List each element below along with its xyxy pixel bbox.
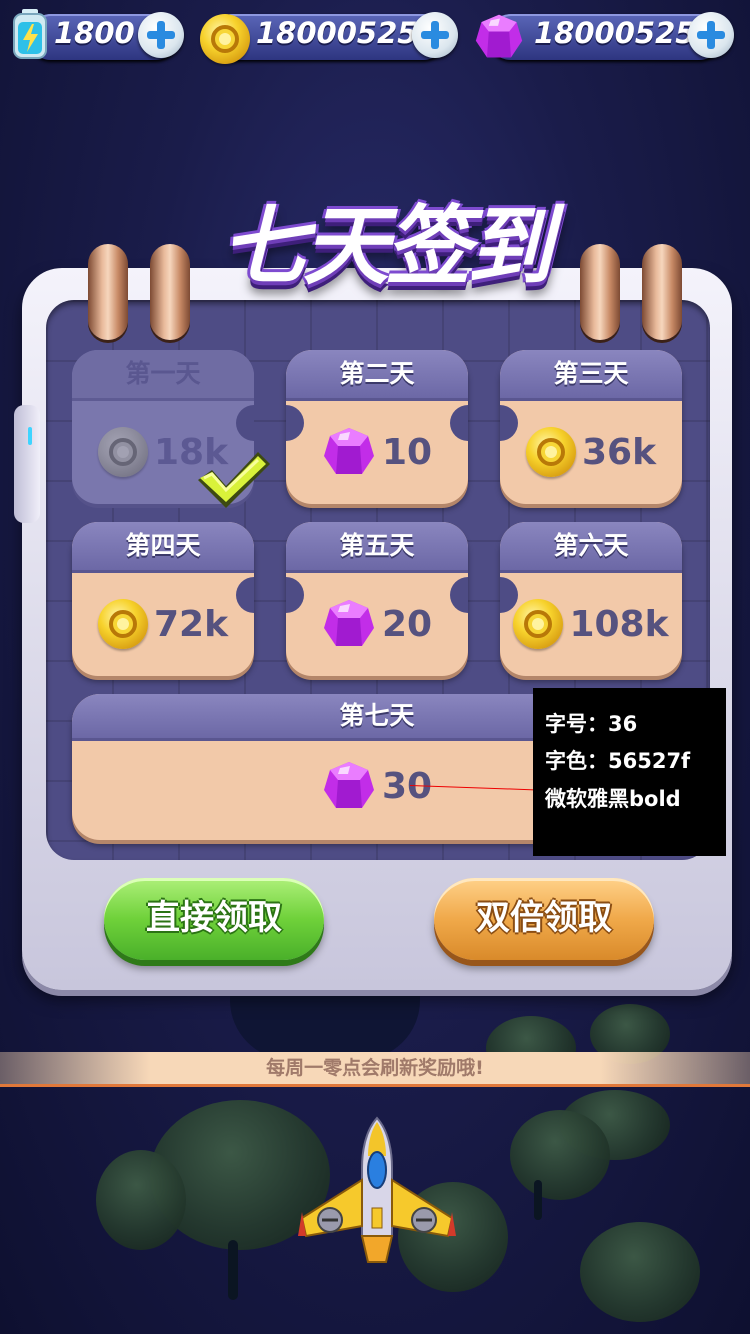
background-rock — [230, 990, 420, 1060]
gem-icon — [323, 600, 374, 646]
day-label: 第四天 — [125, 531, 201, 560]
gem-icon — [475, 14, 523, 58]
add-coins-button[interactable] — [412, 12, 458, 58]
day-reward: 36k — [500, 420, 682, 484]
refresh-notice: 每周一零点会刷新奖励哦! — [0, 1052, 750, 1087]
add-energy-button[interactable] — [138, 12, 184, 58]
day-card-header: 第六天 — [500, 522, 682, 573]
gem-icon — [323, 428, 374, 474]
battery-icon — [13, 9, 47, 59]
coin-icon — [200, 14, 250, 64]
day-card-4[interactable]: 第四天 72k — [72, 522, 254, 676]
page-title: 七天签到 — [221, 197, 553, 297]
player-plane-icon — [298, 1116, 456, 1263]
day-label: 第二天 — [339, 359, 415, 388]
background-tree — [580, 1222, 700, 1322]
binder-ring — [642, 244, 682, 340]
checkmark-icon — [198, 452, 270, 508]
background-tree — [510, 1110, 610, 1200]
day-card-5[interactable]: 第五天 20 — [286, 522, 468, 676]
day-card-header: 第四天 — [72, 522, 254, 573]
day-card-6[interactable]: 第六天 108k — [500, 522, 682, 676]
coin-icon — [513, 599, 564, 649]
day-label: 第六天 — [553, 531, 629, 560]
binder-ring — [580, 244, 620, 340]
gem-value: 18000525 — [534, 16, 696, 50]
day-label: 第一天 — [125, 359, 201, 388]
reward-amount: 36k — [581, 431, 657, 473]
coin-value: 18000525 — [256, 16, 418, 50]
day-card-header: 第五天 — [286, 522, 468, 573]
binder-ring — [88, 244, 128, 340]
energy-value: 1800 — [54, 16, 135, 50]
day-card-header: 第三天 — [500, 350, 682, 401]
annotation-line-2: 字色：56527f — [545, 749, 691, 773]
reward-amount: 20 — [381, 603, 433, 645]
day-card-header: 第二天 — [286, 350, 468, 401]
day-reward: 10 — [286, 420, 468, 484]
day-reward: 20 — [286, 592, 468, 656]
background-vine — [534, 1180, 542, 1220]
background-vine — [228, 1240, 238, 1300]
claim-button[interactable]: 直接领取 — [104, 878, 324, 960]
coin-icon — [525, 427, 576, 477]
annotation-line-1: 字号：36 — [545, 712, 638, 736]
side-handle — [14, 405, 40, 523]
add-gems-button[interactable] — [688, 12, 734, 58]
day-label: 第五天 — [339, 531, 415, 560]
binder-ring — [150, 244, 190, 340]
reward-amount: 72k — [153, 603, 229, 645]
day-label: 第三天 — [553, 359, 629, 388]
reward-amount: 108k — [569, 603, 669, 645]
day-card-3[interactable]: 第三天 36k — [500, 350, 682, 504]
annotation-box: 字号：36 字色：56527f 微软雅黑bold — [533, 688, 726, 856]
day-card-2[interactable]: 第二天 10 — [286, 350, 468, 504]
day-card-header: 第一天 — [72, 350, 254, 401]
reward-amount: 10 — [381, 431, 433, 473]
annotation-line-3: 微软雅黑bold — [545, 787, 681, 811]
day-reward: 72k — [72, 592, 254, 656]
double-claim-button[interactable]: 双倍领取 — [434, 878, 654, 960]
background-tree — [96, 1150, 186, 1250]
gem-icon — [323, 762, 374, 808]
coin-icon — [97, 599, 148, 649]
day-reward: 108k — [500, 592, 682, 656]
coin-icon — [97, 427, 148, 477]
